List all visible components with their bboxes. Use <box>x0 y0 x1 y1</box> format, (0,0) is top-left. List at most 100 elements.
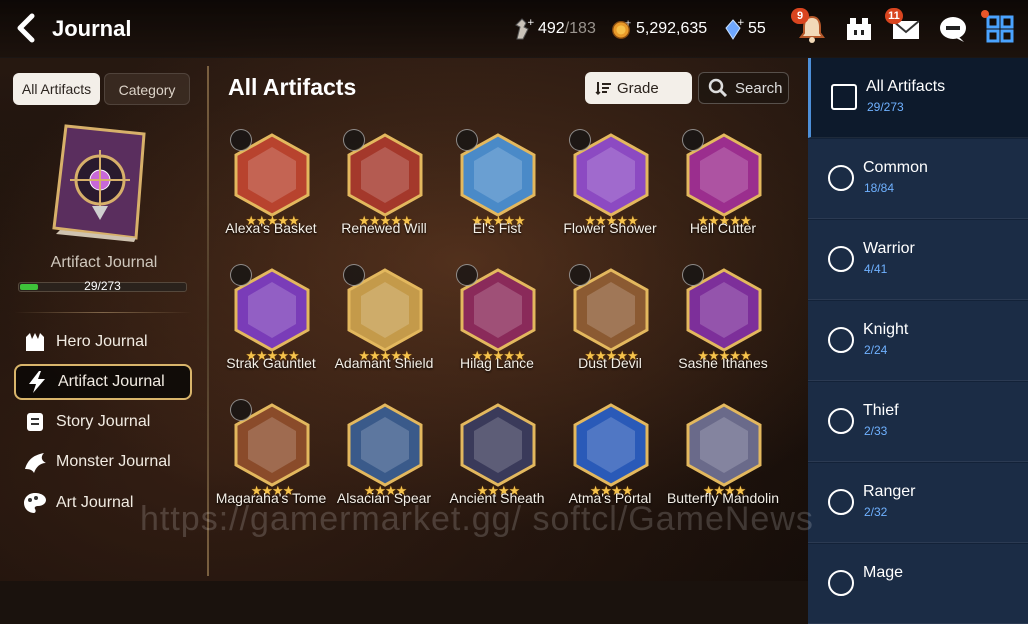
hero-journal-icon <box>26 333 44 351</box>
tab-all-artifacts[interactable]: All Artifacts <box>13 73 100 105</box>
watermark: https://gamermarket.gg/ softcl/GameNews <box>140 500 814 538</box>
notification-button[interactable]: 9 <box>791 8 829 46</box>
nav-label: Artifact Journal <box>58 373 165 390</box>
category-name: Ranger <box>863 483 916 500</box>
knight-class-icon <box>456 264 478 286</box>
category-thief[interactable]: Thief 2/33 <box>808 382 1028 462</box>
knight-class-icon <box>828 327 854 353</box>
menu-button[interactable] <box>981 10 1017 46</box>
search-button[interactable]: Search <box>698 72 789 104</box>
nav-label: Story Journal <box>56 413 151 430</box>
thief-class-icon <box>828 408 854 434</box>
thief-class-icon <box>230 129 252 151</box>
tab-category[interactable]: Category <box>104 73 190 105</box>
category-count: 4/41 <box>864 262 888 276</box>
category-all-artifacts[interactable]: All Artifacts 29/273 <box>808 58 1028 138</box>
mail-button[interactable]: 11 <box>885 8 923 46</box>
crystal-icon: + <box>725 18 744 40</box>
guild-button[interactable] <box>842 12 876 46</box>
category-warrior[interactable]: Warrior 4/41 <box>808 220 1028 300</box>
warrior-class-icon <box>456 129 478 151</box>
category-knight[interactable]: Knight 2/24 <box>808 301 1028 381</box>
nav-artifact-journal[interactable]: Artifact Journal <box>14 364 192 400</box>
category-name: All Artifacts <box>866 78 946 95</box>
artifact-card[interactable]: ★★★★★ Hilag Lance <box>441 260 553 390</box>
artifact-name: Flower Shower <box>563 220 657 236</box>
mage-class-icon <box>230 399 252 421</box>
ranger-class-icon <box>828 489 854 515</box>
back-arrow-icon <box>17 13 35 43</box>
category-ranger[interactable]: Ranger 2/32 <box>808 463 1028 543</box>
progress-text: 29/273 <box>84 279 121 293</box>
artifact-card[interactable]: ★★★★★ Renewed Will <box>328 125 440 255</box>
thief-class-icon <box>569 264 591 286</box>
category-mage[interactable]: Mage <box>808 544 1028 624</box>
artifact-card[interactable]: ★★★★★ Dust Devil <box>554 260 666 390</box>
warrior-class-icon <box>682 129 704 151</box>
category-name: Thief <box>863 402 899 419</box>
artifact-name: El's Fist <box>472 220 522 236</box>
dragon-icon <box>25 453 46 473</box>
stamina-max: /183 <box>564 20 596 37</box>
guild-icon <box>847 18 871 40</box>
palette-icon <box>24 493 46 513</box>
grade-sort-button[interactable]: Grade <box>585 72 692 104</box>
artifact-icon <box>460 403 536 487</box>
artifact-name: Renewed Will <box>341 220 427 236</box>
sort-icon <box>595 82 611 96</box>
artifact-card[interactable]: ★★★★★ Alexa's Basket <box>215 125 327 255</box>
artifact-journal-book-icon <box>52 124 146 242</box>
artifact-icon <box>573 403 649 487</box>
scroll-icon <box>27 413 43 431</box>
gold-value: 5,292,635 <box>636 20 708 37</box>
journal-name: Artifact Journal <box>50 254 158 271</box>
artifact-icon <box>347 403 423 487</box>
nav-story-journal[interactable]: Story Journal <box>14 404 192 440</box>
stamina-display: + 492 /183 <box>512 17 596 41</box>
gold-display: + 5,292,635 <box>610 17 707 41</box>
category-name: Mage <box>863 564 904 581</box>
mail-badge: 11 <box>885 8 903 24</box>
section-title: All Artifacts <box>228 74 357 100</box>
notification-badge: 9 <box>791 8 809 24</box>
nav-monster-journal[interactable]: Monster Journal <box>14 444 192 480</box>
artifact-icon <box>686 403 762 487</box>
warrior-class-icon <box>230 264 252 286</box>
category-common[interactable]: Common 18/84 <box>808 139 1028 219</box>
artifact-card[interactable]: ★★★★★ Strak Gauntlet <box>215 260 327 390</box>
artifact-name: Sashe Ithanes <box>678 355 768 371</box>
crystal-value: 55 <box>748 20 766 37</box>
mage-class-icon <box>828 570 854 596</box>
back-button[interactable] <box>12 12 42 46</box>
gold-coin-icon: + <box>612 17 632 39</box>
category-count: 2/33 <box>864 424 888 438</box>
stamina-value: 492 <box>538 20 565 37</box>
category-name: Common <box>863 159 928 176</box>
category-count: 18/84 <box>864 181 895 195</box>
page-title: Journal <box>52 16 132 41</box>
ranger-class-icon <box>343 129 365 151</box>
category-name: Knight <box>863 321 909 338</box>
nav-label: Monster Journal <box>56 453 171 470</box>
all-icon <box>831 84 857 110</box>
search-label: Search <box>735 79 783 97</box>
svg-text:+: + <box>527 18 534 28</box>
ranger-class-icon <box>682 264 704 286</box>
svg-text:+: + <box>737 18 744 28</box>
artifact-name: Alexa's Basket <box>225 220 317 236</box>
knight-class-icon <box>343 264 365 286</box>
artifact-name: Dust Devil <box>578 355 642 371</box>
artifact-card[interactable]: ★★★★★ Sashe Ithanes <box>667 260 779 390</box>
grade-label: Grade <box>617 79 659 97</box>
stamina-icon: + <box>515 18 534 40</box>
artifact-card[interactable]: ★★★★★ Adamant Shield <box>328 260 440 390</box>
common-class-icon <box>828 165 854 191</box>
chat-button[interactable] <box>936 12 970 46</box>
menu-dot <box>981 10 989 18</box>
artifact-card[interactable]: ★★★★★ Hell Cutter <box>667 125 779 255</box>
nav-hero-journal[interactable]: Hero Journal <box>14 324 192 360</box>
warrior-class-icon <box>828 246 854 272</box>
artifact-card[interactable]: ★★★★★ El's Fist <box>441 125 553 255</box>
artifact-card[interactable]: ★★★★★ Flower Shower <box>554 125 666 255</box>
svg-text:+: + <box>625 17 632 27</box>
